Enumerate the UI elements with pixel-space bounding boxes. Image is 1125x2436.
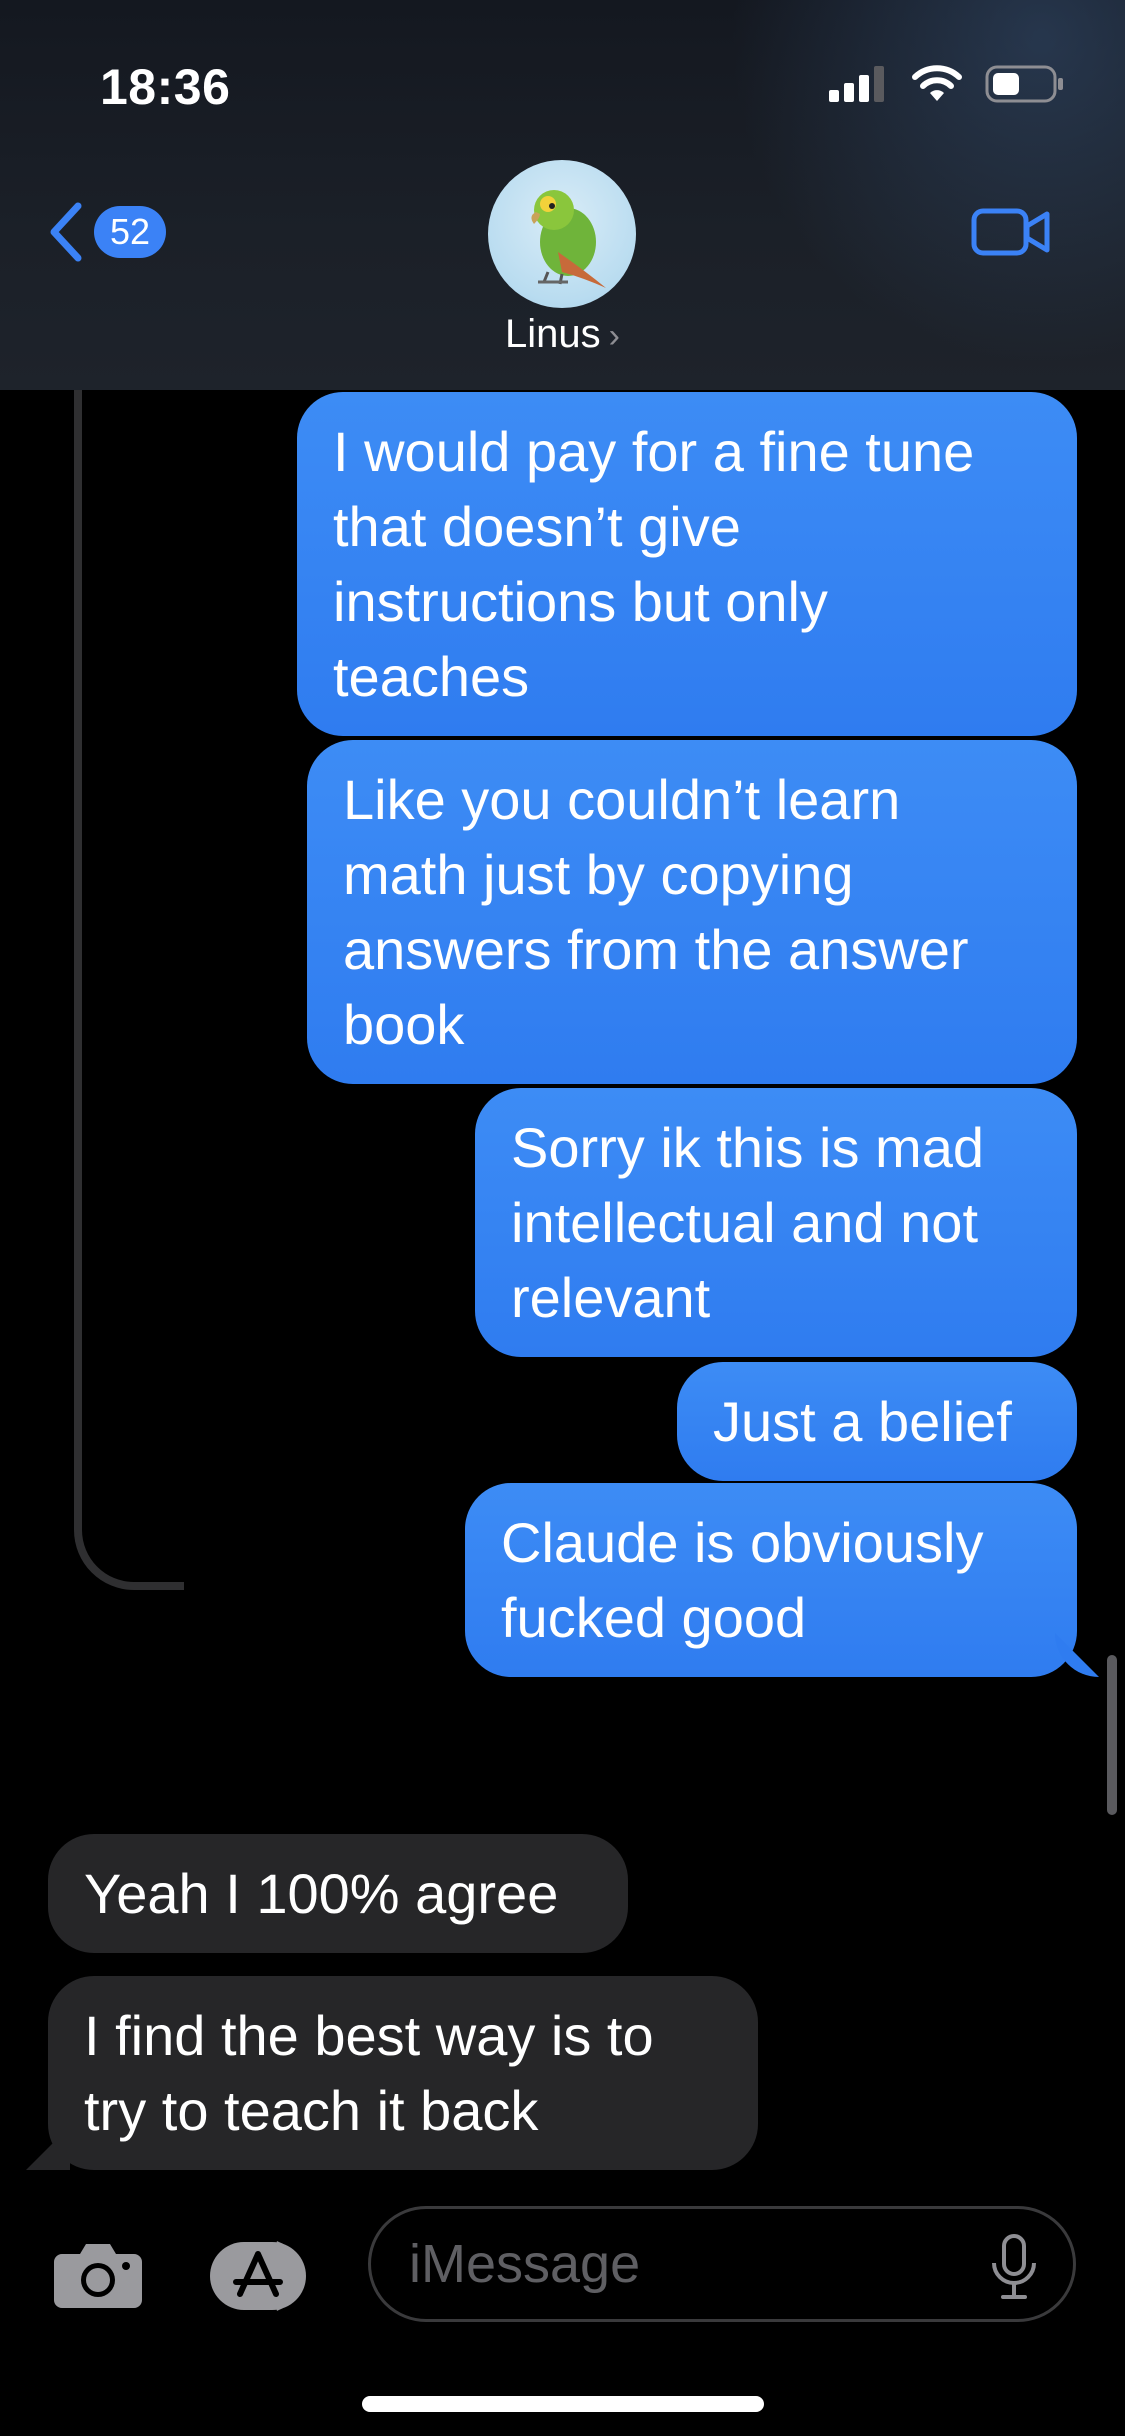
- parrot-avatar-icon: [531, 190, 606, 288]
- imessage-input[interactable]: [371, 2232, 971, 2296]
- reply-thread-line: [74, 390, 184, 1590]
- outgoing-message-bubble[interactable]: Like you couldn’t learn math just by cop…: [307, 740, 1077, 1084]
- contact-name[interactable]: Linus ›: [0, 312, 1125, 357]
- camera-icon: [54, 2244, 142, 2308]
- camera-button[interactable]: [52, 2238, 144, 2315]
- dictation-button[interactable]: [989, 2233, 1039, 2306]
- back-button[interactable]: 52: [46, 200, 166, 264]
- app-drawer-button[interactable]: [206, 2236, 318, 2321]
- battery-icon: [985, 65, 1063, 103]
- microphone-icon: [992, 2234, 1036, 2299]
- contact-avatar[interactable]: [488, 160, 636, 308]
- signal-icon: [829, 66, 884, 102]
- wifi-icon: [912, 65, 962, 101]
- status-time: 18:36: [100, 59, 231, 115]
- unread-count-badge: 52: [94, 206, 166, 258]
- video-camera-icon: [971, 208, 1050, 256]
- imessage-input-container[interactable]: [368, 2206, 1076, 2322]
- home-indicator[interactable]: [362, 2396, 764, 2412]
- incoming-message-bubble[interactable]: I find the best way is to try to teach i…: [48, 1976, 758, 2170]
- back-chevron-icon: [50, 202, 82, 262]
- status-icons: [829, 64, 1065, 104]
- conversation-header: 18:36 52 Linus ›: [0, 0, 1125, 390]
- outgoing-message-bubble[interactable]: Sorry ik this is mad intellectual and no…: [475, 1088, 1077, 1357]
- scroll-indicator[interactable]: [1107, 1655, 1117, 1815]
- messages-screen: 18:36 52 Linus › I would pay for a fine …: [0, 0, 1125, 2436]
- app-store-icon: [210, 2241, 306, 2311]
- facetime-video-button[interactable]: [971, 206, 1051, 263]
- outgoing-message-bubble[interactable]: Just a belief: [677, 1362, 1077, 1481]
- outgoing-message-bubble[interactable]: I would pay for a fine tune that doesn’t…: [297, 392, 1077, 736]
- outgoing-message-bubble[interactable]: Claude is obviously fucked good: [465, 1483, 1077, 1677]
- incoming-message-bubble[interactable]: Yeah I 100% agree: [48, 1834, 628, 1953]
- chevron-right-icon: ›: [608, 317, 620, 355]
